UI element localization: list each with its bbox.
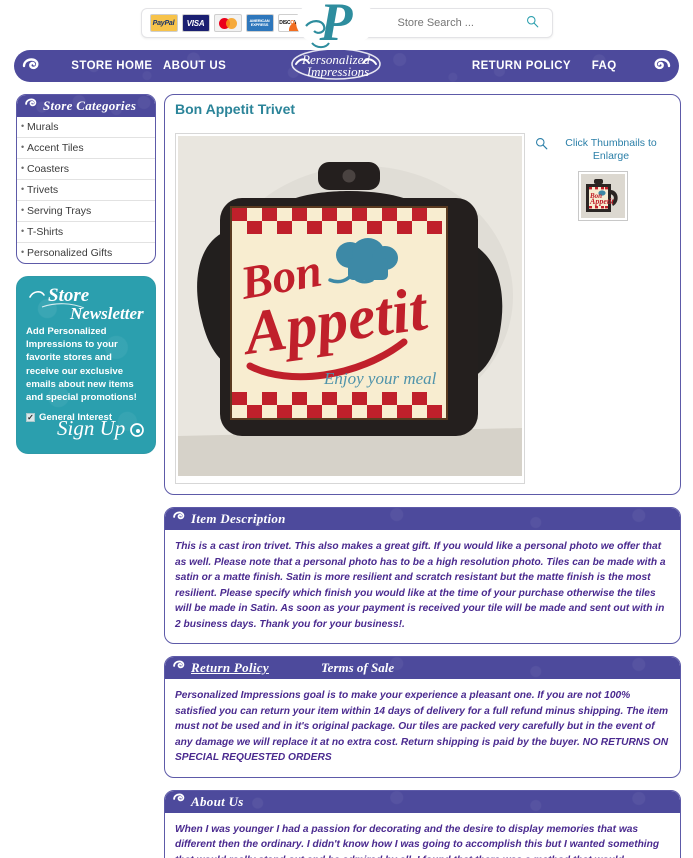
newsletter-body: Add Personalized Impressions to your fav… — [26, 326, 137, 404]
sidebar-item-accent-tiles[interactable]: Accent Tiles — [17, 138, 155, 159]
newsletter-signup-button[interactable]: Sign Up — [51, 410, 147, 449]
right-swirl-icon — [645, 56, 679, 76]
payment-and-search-bar: PayPal VISA AMERICAN EXPRESS DISCOVER — [140, 8, 553, 38]
thumbnail-column: Click Thumbnails to Enlarge Bon Appetit — [535, 133, 670, 484]
category-list: Murals Accent Tiles Coasters Trivets Ser… — [17, 117, 155, 263]
nav-item-about-us[interactable]: ABOUT US — [163, 60, 226, 72]
item-description-section: Item Description This is a cast iron tri… — [164, 507, 681, 644]
nav-item-return-policy[interactable]: RETURN POLICY — [472, 60, 571, 72]
product-image-frame[interactable]: Bon Appetit Enjoy your meal — [175, 133, 525, 484]
about-us-body: When I was younger I had a passion for d… — [175, 823, 660, 858]
page-title: Bon Appetit Trivet — [175, 101, 296, 117]
sidebar-item-personalized-gifts[interactable]: Personalized Gifts — [17, 243, 155, 263]
return-policy-body: Personalized Impressions goal is to make… — [175, 690, 669, 763]
about-us-header: About Us — [165, 790, 680, 813]
swirl-icon — [171, 792, 187, 811]
return-policy-header: Return Policy Terms of Sale — [165, 657, 680, 679]
magnifier-icon — [535, 137, 548, 154]
payment-methods: PayPal VISA AMERICAN EXPRESS DISCOVER — [149, 14, 306, 32]
left-swirl-icon — [14, 56, 48, 76]
signup-label: Sign Up — [57, 416, 125, 440]
item-description-header: Item Description — [165, 508, 680, 530]
discover-icon: DISCOVER — [277, 14, 306, 32]
nav-item-store-home[interactable]: STORE HOME — [71, 60, 152, 72]
newsletter-panel: Store Newsletter Add Personalized Impres… — [16, 276, 156, 454]
thumbnail-hint[interactable]: Click Thumbnails to Enlarge — [535, 137, 670, 163]
item-description-title: Item Description — [191, 511, 286, 526]
search-input[interactable] — [395, 16, 526, 30]
sidebar: Store Categories Murals Accent Tiles Coa… — [16, 94, 156, 858]
sidebar-item-coasters[interactable]: Coasters — [17, 159, 155, 180]
about-us-section: About Us When I was younger I had a pass… — [164, 789, 681, 858]
store-page: PayPal VISA AMERICAN EXPRESS DISCOVER St… — [0, 0, 693, 858]
search-icon[interactable] — [526, 15, 539, 31]
svg-text:Appetit: Appetit — [589, 197, 614, 206]
paypal-icon: PayPal — [149, 14, 178, 32]
main-navigation: STORE HOME ABOUT US RETURN POLICY FAQ — [0, 46, 693, 88]
nav-item-faq[interactable]: FAQ — [592, 60, 617, 72]
store-categories-title: Store Categories — [43, 98, 137, 113]
main-column: Bon Appetit Trivet Bon Appetit Enjoy you… — [164, 94, 681, 858]
swirl-icon — [171, 510, 187, 529]
sidebar-item-murals[interactable]: Murals — [17, 117, 155, 138]
checkbox-icon[interactable]: ✓ — [26, 413, 35, 423]
search-area — [395, 15, 546, 31]
mastercard-icon — [213, 14, 242, 32]
page-content: Store Categories Murals Accent Tiles Coa… — [0, 88, 693, 858]
top-bar: PayPal VISA AMERICAN EXPRESS DISCOVER — [0, 0, 693, 46]
terms-of-sale-title: Terms of Sale — [320, 660, 395, 675]
return-policy-title: Return Policy — [191, 660, 269, 675]
newsletter-title: Store Newsletter — [26, 283, 146, 323]
visa-icon: VISA — [181, 14, 210, 32]
sidebar-item-t-shirts[interactable]: T-Shirts — [17, 222, 155, 243]
swirl-icon — [171, 659, 187, 678]
product-panel: Bon Appetit Trivet Bon Appetit Enjoy you… — [164, 94, 681, 495]
thumbnail-item[interactable]: Bon Appetit — [577, 171, 628, 222]
item-description-body: This is a cast iron trivet. This also ma… — [175, 541, 666, 630]
about-us-title: About Us — [191, 793, 244, 809]
thumbnail-hint-label: Click Thumbnails to Enlarge — [565, 137, 657, 163]
store-categories-panel: Store Categories Murals Accent Tiles Coa… — [16, 94, 156, 264]
tile-tagline: Enjoy your meal — [323, 369, 437, 388]
swirl-icon — [23, 97, 39, 116]
amex-icon: AMERICAN EXPRESS — [245, 14, 274, 32]
product-image: Bon Appetit Enjoy your meal — [178, 136, 522, 476]
sidebar-item-serving-trays[interactable]: Serving Trays — [17, 201, 155, 222]
newsletter-title-line1: Store — [48, 285, 90, 306]
store-categories-header: Store Categories — [17, 95, 155, 117]
sidebar-item-trivets[interactable]: Trivets — [17, 180, 155, 201]
return-policy-section: Return Policy Terms of Sale Personalized… — [164, 656, 681, 778]
